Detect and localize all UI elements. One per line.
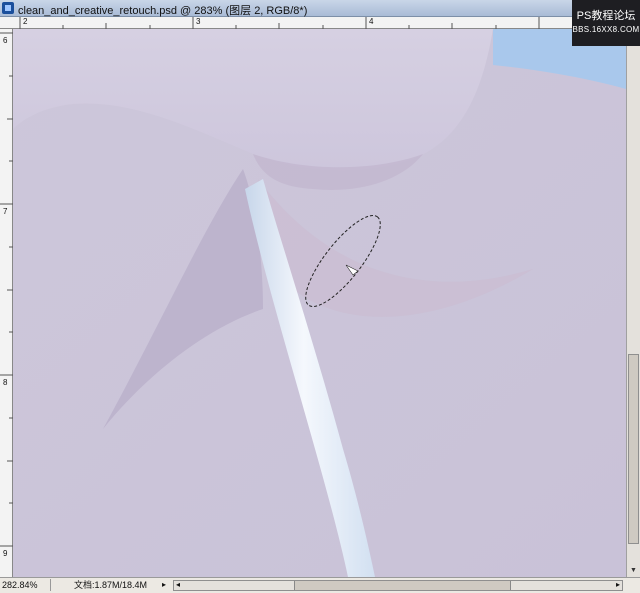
horizontal-ruler-ticks — [19, 17, 540, 29]
zoom-level-field[interactable]: 282.84% — [2, 579, 51, 591]
scroll-left-icon[interactable]: ◂ — [176, 579, 180, 591]
ruler-label-2: 2 — [23, 17, 28, 26]
vertical-ruler[interactable]: 6 7 8 9 — [0, 29, 13, 577]
watermark-line2: BBS.16XX8.COM — [572, 25, 640, 34]
watermark-line1: PS教程论坛 — [576, 10, 636, 22]
scroll-right-icon[interactable]: ▸ — [616, 579, 620, 591]
ruler-label-8: 8 — [3, 378, 8, 387]
vertical-ruler-ticks — [0, 32, 13, 547]
vertical-scroll-thumb[interactable] — [628, 354, 639, 544]
horizontal-scroll-thumb[interactable] — [294, 581, 511, 590]
horizontal-ruler[interactable]: 2 3 4 — [0, 17, 640, 29]
image-canvas[interactable] — [13, 29, 626, 577]
ruler-label-3: 3 — [196, 17, 201, 26]
site-watermark: PS教程论坛 BBS.16XX8.COM — [572, 0, 640, 46]
ruler-label-4: 4 — [369, 17, 374, 26]
photo-artwork — [13, 29, 626, 577]
psd-document-icon — [2, 2, 14, 14]
document-title-bar[interactable]: clean_and_creative_retouch.psd @ 283% (图… — [0, 0, 640, 17]
document-size-info[interactable]: 文档:1.87M/18.4M — [74, 579, 147, 591]
status-bar: 282.84% 文档:1.87M/18.4M ▸ ◂ ▸ — [0, 577, 640, 593]
ruler-label-9: 9 — [3, 549, 8, 558]
scroll-down-icon[interactable]: ▼ — [627, 565, 640, 577]
ruler-label-7: 7 — [3, 207, 8, 216]
vertical-scrollbar[interactable]: ▲ ▼ — [626, 29, 640, 577]
status-menu-arrow-icon[interactable]: ▸ — [162, 579, 166, 591]
document-title: clean_and_creative_retouch.psd @ 283% (图… — [18, 5, 308, 17]
horizontal-scrollbar[interactable]: ◂ ▸ — [173, 580, 623, 591]
ruler-label-6: 6 — [3, 36, 8, 45]
